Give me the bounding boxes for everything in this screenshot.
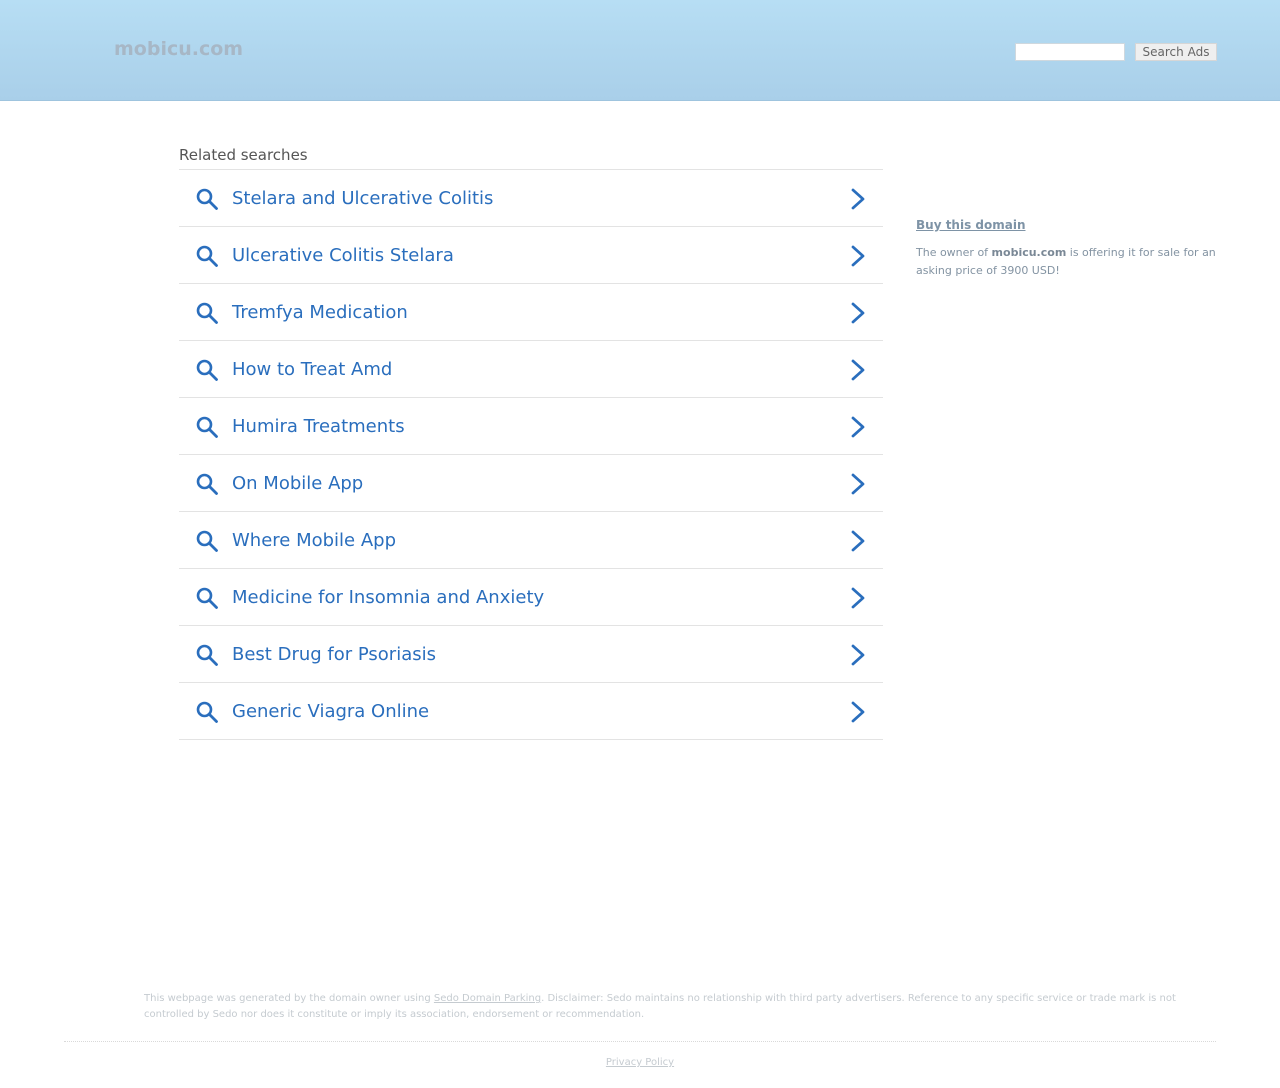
owner-prefix: The owner of xyxy=(916,246,992,259)
related-search-label[interactable]: Stelara and Ulcerative Colitis xyxy=(232,188,493,210)
search-icon xyxy=(195,415,219,439)
chevron-right-icon xyxy=(847,472,869,496)
related-search-label[interactable]: Generic Viagra Online xyxy=(232,701,429,723)
chevron-right-icon xyxy=(847,529,869,553)
search-icon xyxy=(195,586,219,610)
chevron-right-icon xyxy=(847,415,869,439)
chevron-right-icon xyxy=(847,244,869,268)
chevron-right-icon xyxy=(847,586,869,610)
related-searches-title: Related searches xyxy=(179,146,883,170)
related-search-item[interactable]: Ulcerative Colitis Stelara xyxy=(179,227,883,284)
footer-divider xyxy=(64,1041,1216,1042)
search-icon xyxy=(195,700,219,724)
owner-offer-text: The owner of mobicu.com is offering it f… xyxy=(916,244,1226,280)
related-search-label[interactable]: Humira Treatments xyxy=(232,416,405,438)
privacy-footer: Privacy Policy xyxy=(0,1057,1280,1068)
search-icon xyxy=(195,244,219,268)
site-logo[interactable]: mobicu.com xyxy=(114,38,243,60)
search-icon xyxy=(195,529,219,553)
related-search-label[interactable]: How to Treat Amd xyxy=(232,359,392,381)
related-search-label[interactable]: Ulcerative Colitis Stelara xyxy=(232,245,454,267)
chevron-right-icon xyxy=(847,358,869,382)
chevron-right-icon xyxy=(847,700,869,724)
search-ads-button[interactable]: Search Ads xyxy=(1135,43,1217,61)
search-icon xyxy=(195,301,219,325)
owner-domain: mobicu.com xyxy=(991,246,1067,259)
privacy-policy-link[interactable]: Privacy Policy xyxy=(606,1057,674,1068)
search-icon xyxy=(195,358,219,382)
related-search-label[interactable]: Tremfya Medication xyxy=(232,302,408,324)
disclaimer: This webpage was generated by the domain… xyxy=(144,991,1204,1023)
sidebar: Buy this domain The owner of mobicu.com … xyxy=(916,218,1226,280)
related-search-label[interactable]: On Mobile App xyxy=(232,473,363,495)
header: mobicu.com Search Ads xyxy=(0,0,1280,101)
related-search-label[interactable]: Best Drug for Psoriasis xyxy=(232,644,436,666)
search-input[interactable] xyxy=(1015,43,1125,61)
search-icon xyxy=(195,472,219,496)
related-search-item[interactable]: Best Drug for Psoriasis xyxy=(179,626,883,683)
related-searches-list: Stelara and Ulcerative Colitis Ulcerative… xyxy=(179,170,883,740)
search-icon xyxy=(195,643,219,667)
related-search-item[interactable]: Where Mobile App xyxy=(179,512,883,569)
sedo-parking-link[interactable]: Sedo Domain Parking xyxy=(434,993,541,1004)
chevron-right-icon xyxy=(847,301,869,325)
related-search-item[interactable]: How to Treat Amd xyxy=(179,341,883,398)
disclaimer-prefix: This webpage was generated by the domain… xyxy=(144,993,434,1004)
chevron-right-icon xyxy=(847,187,869,211)
buy-domain-link[interactable]: Buy this domain xyxy=(916,218,1226,232)
related-search-label[interactable]: Where Mobile App xyxy=(232,530,396,552)
chevron-right-icon xyxy=(847,643,869,667)
related-search-item[interactable]: Stelara and Ulcerative Colitis xyxy=(179,170,883,227)
related-search-item[interactable]: On Mobile App xyxy=(179,455,883,512)
related-search-item[interactable]: Medicine for Insomnia and Anxiety xyxy=(179,569,883,626)
related-search-item[interactable]: Generic Viagra Online xyxy=(179,683,883,740)
related-search-label[interactable]: Medicine for Insomnia and Anxiety xyxy=(232,587,544,609)
search-icon xyxy=(195,187,219,211)
related-searches: Related searches Stelara and Ulcerative … xyxy=(179,146,883,740)
related-search-item[interactable]: Humira Treatments xyxy=(179,398,883,455)
related-search-item[interactable]: Tremfya Medication xyxy=(179,284,883,341)
